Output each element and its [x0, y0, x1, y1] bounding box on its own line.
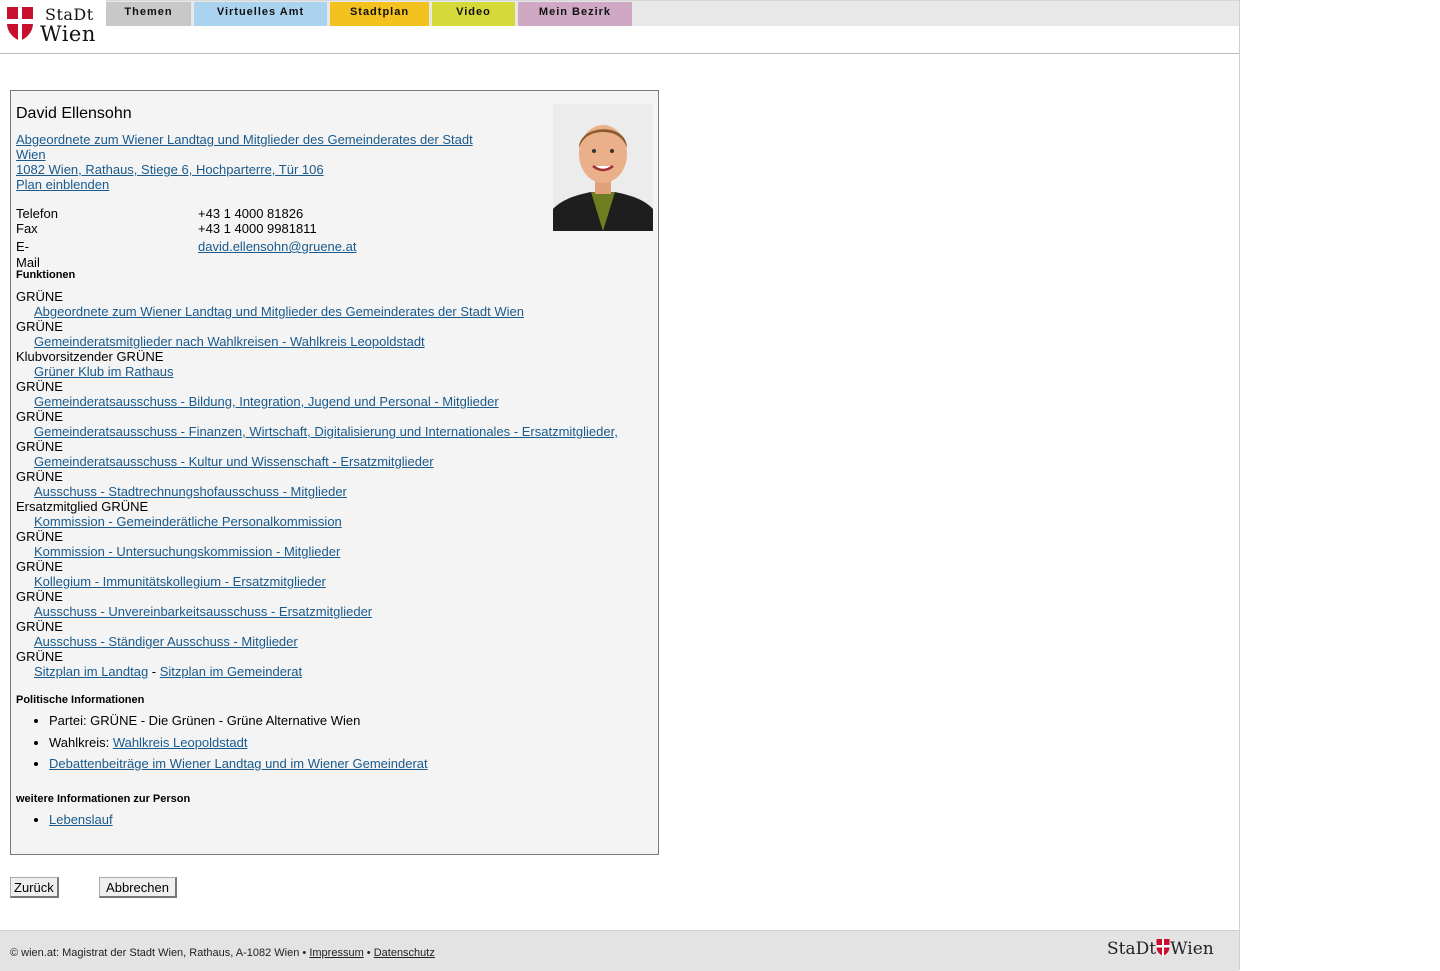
seat-plan-separator: -	[148, 664, 160, 679]
political-info-list: Partei: GRÜNE - Die Grünen - Grüne Alter…	[16, 713, 428, 778]
more-info-list: Lebenslauf	[16, 812, 113, 834]
function-link[interactable]: Ausschuss - Ständiger Ausschuss - Mitgli…	[34, 634, 298, 649]
function-role: GRÜNE	[16, 289, 63, 304]
email-label: E-Mail	[16, 239, 40, 270]
function-link[interactable]: Grüner Klub im Rathaus	[34, 364, 173, 379]
logo-text-wien: Wien	[40, 22, 96, 46]
wien-shield-icon	[7, 7, 33, 41]
function-link-row: Kommission - Untersuchungskommission - M…	[16, 544, 646, 559]
function-role: GRÜNE	[16, 439, 63, 454]
seat-plan-links: Sitzplan im Landtag - Sitzplan im Gemein…	[16, 664, 646, 679]
function-role: GRÜNE	[16, 559, 63, 574]
function-link-row: Gemeinderatsausschuss - Bildung, Integra…	[16, 394, 646, 409]
address-street-link[interactable]: 1082 Wien, Rathaus, Stiege 6, Hochparter…	[16, 162, 486, 177]
function-role: Klubvorsitzender GRÜNE	[16, 349, 164, 364]
function-link-row: Grüner Klub im Rathaus	[16, 364, 646, 379]
political-info-heading: Politische Informationen	[16, 694, 145, 706]
function-role: GRÜNE	[16, 529, 63, 544]
main-navigation: Themen Virtuelles Amt Stadtplan Video Me…	[106, 0, 1239, 26]
function-link[interactable]: Kollegium - Immunitätskollegium - Ersatz…	[34, 574, 326, 589]
function-role: Ersatzmitglied GRÜNE	[16, 499, 149, 514]
function-link-row: Kommission - Gemeinderätliche Personalko…	[16, 514, 646, 529]
functions-list: GRÜNE Abgeordnete zum Wiener Landtag und …	[16, 289, 646, 679]
email-link[interactable]: david.ellensohn@gruene.at	[198, 239, 356, 255]
tab-video[interactable]: Video	[432, 2, 515, 26]
function-link[interactable]: Gemeinderatsausschuss - Kultur und Wisse…	[34, 454, 434, 469]
seat-plan-gemeinderat-link[interactable]: Sitzplan im Gemeinderat	[160, 664, 302, 679]
cancel-button[interactable]: Abbrechen	[99, 877, 177, 898]
impressum-link[interactable]: Impressum	[309, 947, 363, 959]
tab-stadtplan[interactable]: Stadtplan	[330, 2, 429, 26]
function-link-row: Ausschuss - Ständiger Ausschuss - Mitgli…	[16, 634, 646, 649]
function-link-row: Gemeinderatsmitglieder nach Wahlkreisen …	[16, 334, 646, 349]
tab-virtuelles-amt[interactable]: Virtuelles Amt	[194, 2, 327, 26]
function-link-row: Gemeinderatsausschuss - Kultur und Wisse…	[16, 454, 646, 469]
site-header: StaDt Wien Themen Virtuelles Amt Stadtpl…	[0, 0, 1239, 54]
function-role: GRÜNE	[16, 379, 63, 394]
person-name: David Ellensohn	[16, 105, 132, 122]
page: StaDt Wien Themen Virtuelles Amt Stadtpl…	[0, 0, 1240, 971]
datenschutz-link[interactable]: Datenschutz	[374, 947, 435, 959]
footer-logo[interactable]: StaDt Wien	[1107, 939, 1214, 959]
wien-shield-icon	[1156, 939, 1170, 956]
function-role: GRÜNE	[16, 469, 63, 484]
person-photo	[553, 104, 653, 231]
function-link[interactable]: Ausschuss - Unvereinbarkeitsausschuss - …	[34, 604, 372, 619]
function-link[interactable]: Kommission - Untersuchungskommission - M…	[34, 544, 340, 559]
function-role: GRÜNE	[16, 649, 63, 664]
function-role: GRÜNE	[16, 589, 63, 604]
back-button[interactable]: Zurück	[10, 877, 59, 898]
function-link[interactable]: Gemeinderatsmitglieder nach Wahlkreisen …	[34, 334, 425, 349]
footer-separator: •	[363, 947, 374, 959]
show-map-link[interactable]: Plan einblenden	[16, 177, 486, 192]
party-text: Partei: GRÜNE - Die Grünen - Grüne Alter…	[49, 713, 361, 728]
functions-heading: Funktionen	[16, 269, 76, 281]
district-label: Wahlkreis:	[49, 734, 113, 750]
seat-plan-landtag-link[interactable]: Sitzplan im Landtag	[34, 664, 148, 679]
function-link-row: Abgeordnete zum Wiener Landtag und Mitgl…	[16, 304, 646, 319]
debate-contributions-link[interactable]: Debattenbeiträge im Wiener Landtag und i…	[49, 756, 428, 771]
district-item: Wahlkreis: Wahlkreis Leopoldstadt	[49, 735, 428, 750]
function-link[interactable]: Ausschuss - Stadtrechnungshofausschuss -…	[34, 484, 347, 499]
district-link[interactable]: Wahlkreis Leopoldstadt	[113, 735, 248, 750]
debate-item: Debattenbeiträge im Wiener Landtag und i…	[49, 756, 428, 771]
fax-label: Fax	[16, 221, 38, 236]
stadt-wien-logo[interactable]: StaDt Wien	[7, 5, 102, 46]
function-role: GRÜNE	[16, 409, 63, 424]
function-link[interactable]: Gemeinderatsausschuss - Finanzen, Wirtsc…	[34, 424, 618, 439]
tab-themen[interactable]: Themen	[106, 2, 191, 26]
function-role: GRÜNE	[16, 319, 63, 334]
footer-logo-wien: Wien	[1170, 939, 1214, 959]
phone-label: Telefon	[16, 206, 58, 221]
footer-logo-stadt: StaDt	[1107, 939, 1157, 959]
function-link-row: Ausschuss - Unvereinbarkeitsausschuss - …	[16, 604, 646, 619]
function-link-row: Ausschuss - Stadtrechnungshofausschuss -…	[16, 484, 646, 499]
address-org-link[interactable]: Abgeordnete zum Wiener Landtag und Mitgl…	[16, 132, 486, 162]
address-block: Abgeordnete zum Wiener Landtag und Mitgl…	[16, 132, 486, 192]
copyright-text: © wien.at: Magistrat der Stadt Wien, Rat…	[10, 947, 310, 959]
function-link[interactable]: Gemeinderatsausschuss - Bildung, Integra…	[34, 394, 499, 409]
party-item: Partei: GRÜNE - Die Grünen - Grüne Alter…	[49, 713, 428, 728]
function-role: GRÜNE	[16, 619, 63, 634]
function-link[interactable]: Kommission - Gemeinderätliche Personalko…	[34, 514, 342, 529]
phone-value: +43 1 4000 81826	[198, 206, 304, 221]
person-detail-card: David Ellensohn Abgeordnete zum Wiener L…	[10, 90, 659, 855]
fax-value: +43 1 4000 9981811	[198, 221, 317, 236]
cv-item: Lebenslauf	[49, 812, 113, 827]
more-info-heading: weitere Informationen zur Person	[16, 793, 191, 805]
tab-mein-bezirk[interactable]: Mein Bezirk	[518, 2, 632, 26]
site-footer: © wien.at: Magistrat der Stadt Wien, Rat…	[0, 930, 1239, 971]
footer-copyright: © wien.at: Magistrat der Stadt Wien, Rat…	[10, 947, 435, 959]
cv-link[interactable]: Lebenslauf	[49, 812, 113, 827]
function-link[interactable]: Abgeordnete zum Wiener Landtag und Mitgl…	[34, 304, 524, 319]
function-link-row: Kollegium - Immunitätskollegium - Ersatz…	[16, 574, 646, 589]
function-link-row: Gemeinderatsausschuss - Finanzen, Wirtsc…	[16, 424, 646, 439]
